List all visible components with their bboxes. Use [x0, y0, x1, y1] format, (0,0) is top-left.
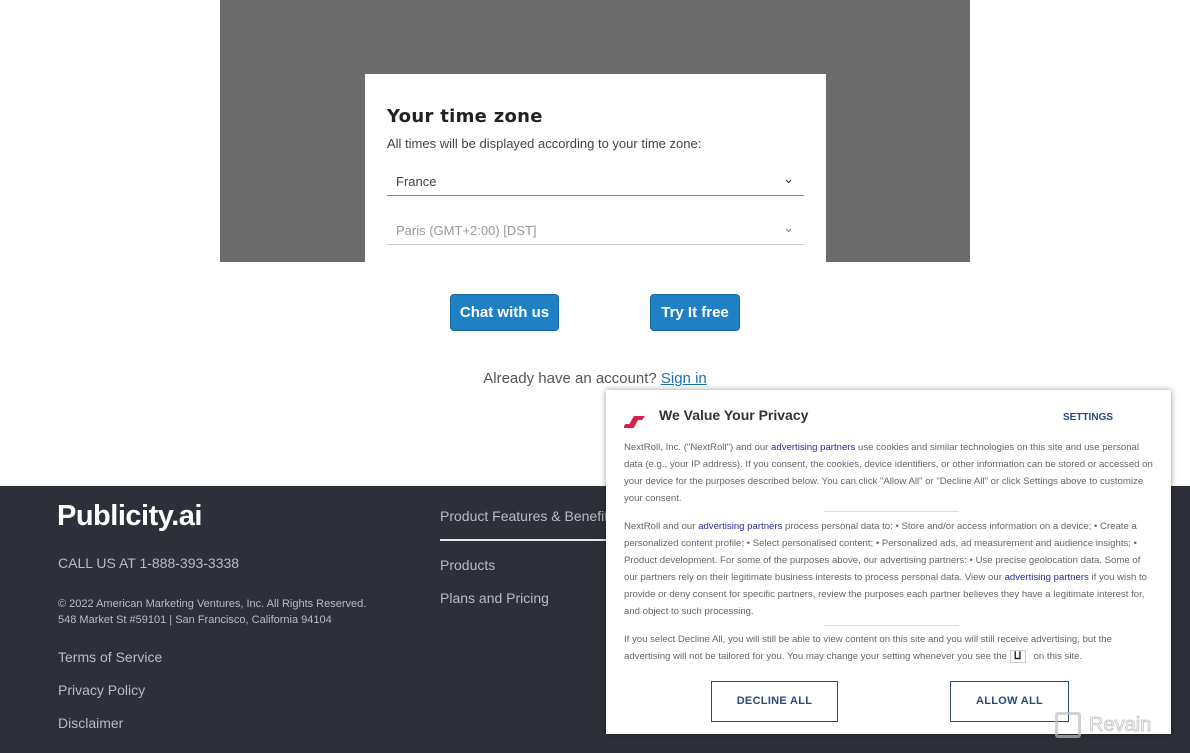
allow-all-button[interactable]: ALLOW ALL [950, 681, 1069, 722]
settings-link[interactable]: SETTINGS [1063, 409, 1113, 426]
terms-link[interactable]: Terms of Service [58, 649, 162, 665]
products-link[interactable]: Products [440, 557, 495, 573]
signin-text: Already have an account? [483, 370, 657, 387]
divider [824, 625, 959, 626]
nextroll-badge-icon: ⨿ [1009, 649, 1026, 663]
modal-subtitle: All times will be displayed according to… [387, 136, 702, 151]
privacy-consent-dialog: We Value Your Privacy SETTINGS NextRoll,… [606, 390, 1171, 734]
footer-logo: Publicity.ai [57, 500, 202, 532]
privacy-policy-link[interactable]: Privacy Policy [58, 682, 145, 698]
timezone-modal: Your time zone All times will be display… [365, 74, 826, 262]
copyright: © 2022 American Marketing Ventures, Inc.… [58, 598, 367, 610]
try-free-button[interactable]: Try It free [650, 294, 740, 331]
watermark-logo-icon [1055, 712, 1081, 738]
address: 548 Market St #59101 | San Francisco, Ca… [58, 614, 332, 626]
text: NextRoll and our [624, 521, 699, 532]
signin-prompt: Already have an account? Sign in [0, 370, 1190, 387]
privacy-paragraph-2: NextRoll and our advertising partners pr… [624, 518, 1154, 620]
privacy-paragraph-1: NextRoll, Inc. ("NextRoll") and our adve… [624, 439, 1154, 507]
disclaimer-link[interactable]: Disclaimer [58, 715, 123, 731]
chevron-down-icon: ⌄ [783, 220, 794, 235]
nextroll-logo-icon [624, 416, 645, 428]
chevron-down-icon: ⌄ [783, 171, 794, 186]
text: on this site. [1033, 651, 1083, 662]
privacy-paragraph-3: If you select Decline All, you will stil… [624, 631, 1154, 665]
privacy-title: We Value Your Privacy [659, 407, 809, 423]
country-value: France [396, 174, 437, 189]
pricing-link[interactable]: Plans and Pricing [440, 590, 549, 606]
section-title[interactable]: Product Features & Benefits [440, 508, 615, 524]
advertising-partners-link[interactable]: advertising partners [771, 442, 855, 453]
revain-watermark: Revain [1055, 707, 1185, 743]
text: NextRoll, Inc. ("NextRoll") and our [624, 442, 772, 453]
section-divider [440, 539, 610, 541]
advertising-partners-link[interactable]: advertising partners [1005, 572, 1089, 583]
city-value: Paris (GMT+2:00) [DST] [396, 223, 537, 238]
phone: CALL US AT 1-888-393-3338 [58, 555, 240, 571]
chat-button[interactable]: Chat with us [450, 294, 559, 331]
city-select[interactable]: Paris (GMT+2:00) [DST] ⌄ [387, 215, 804, 245]
modal-title: Your time zone [387, 106, 543, 127]
advertising-partners-link[interactable]: advertising partners [698, 521, 782, 532]
decline-all-button[interactable]: DECLINE ALL [711, 681, 838, 722]
signin-link[interactable]: Sign in [661, 370, 707, 387]
country-select[interactable]: France ⌄ [387, 166, 804, 196]
divider [824, 511, 959, 512]
